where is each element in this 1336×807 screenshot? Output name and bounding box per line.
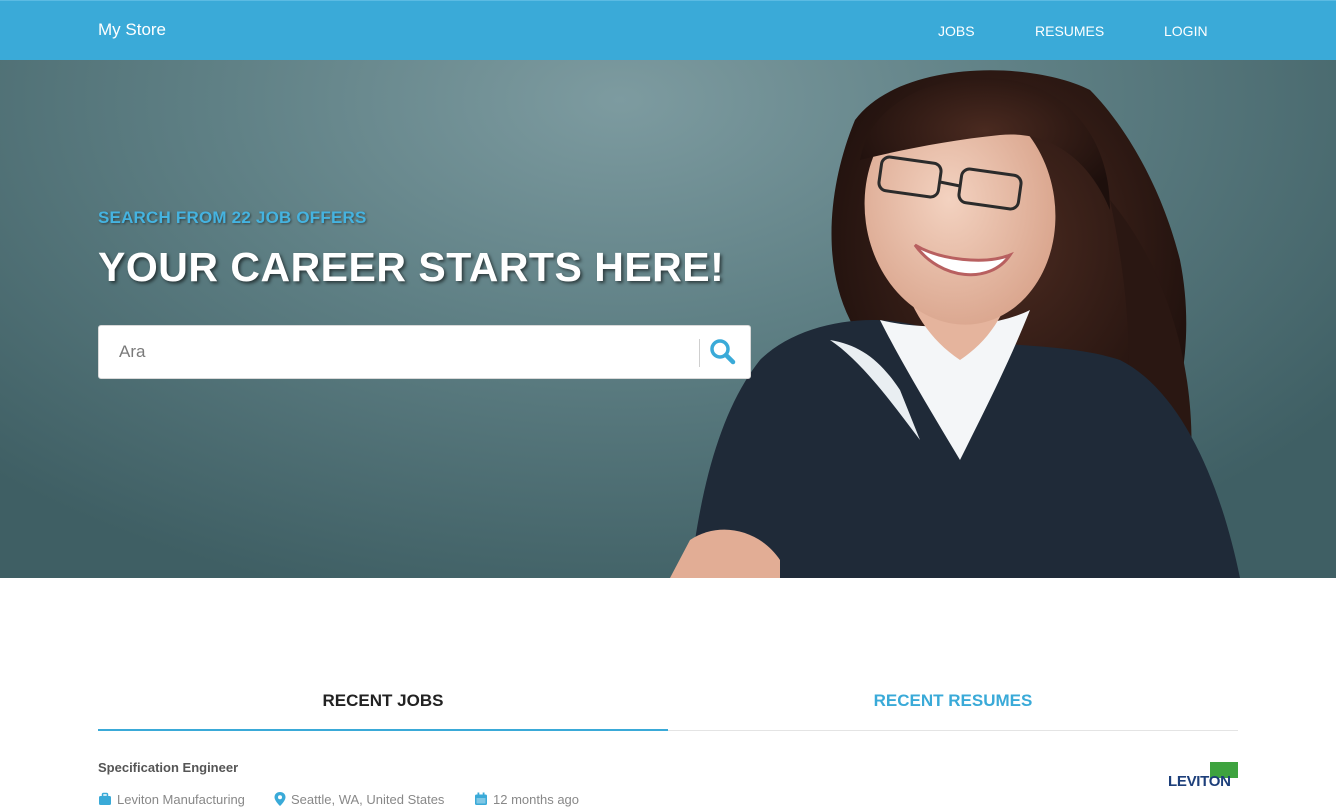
hero-background-image <box>670 70 1240 578</box>
calendar-icon <box>475 792 487 805</box>
top-navbar: My Store JOBS RESUMES LOGIN <box>0 0 1336 60</box>
map-marker-icon <box>274 792 286 806</box>
hero-banner: SEARCH FROM 22 JOB OFFERS YOUR CAREER ST… <box>0 60 1336 578</box>
brand-link[interactable]: My Store <box>98 20 166 40</box>
briefcase-icon <box>99 792 111 805</box>
nav-jobs-link[interactable]: JOBS <box>938 23 975 39</box>
job-title-link[interactable]: Specification Engineer <box>98 760 238 775</box>
search-box <box>98 325 751 379</box>
company-logo[interactable]: LEVITON <box>1168 762 1238 788</box>
search-icon <box>710 339 736 365</box>
listing-tabs: RECENT JOBS RECENT RESUMES <box>98 680 1238 731</box>
nav-login-link[interactable]: LOGIN <box>1164 23 1208 39</box>
tab-recent-resumes[interactable]: RECENT RESUMES <box>668 680 1238 731</box>
tab-recent-jobs[interactable]: RECENT JOBS <box>98 680 668 731</box>
search-button[interactable] <box>705 335 741 369</box>
search-input[interactable] <box>99 326 699 378</box>
search-divider <box>699 339 700 367</box>
company-logo-text: LEVITON <box>1168 773 1231 788</box>
nav-resumes-link[interactable]: RESUMES <box>1035 23 1104 39</box>
hero-title: YOUR CAREER STARTS HERE! <box>98 244 725 290</box>
hero-subtitle: SEARCH FROM 22 JOB OFFERS <box>98 208 367 227</box>
